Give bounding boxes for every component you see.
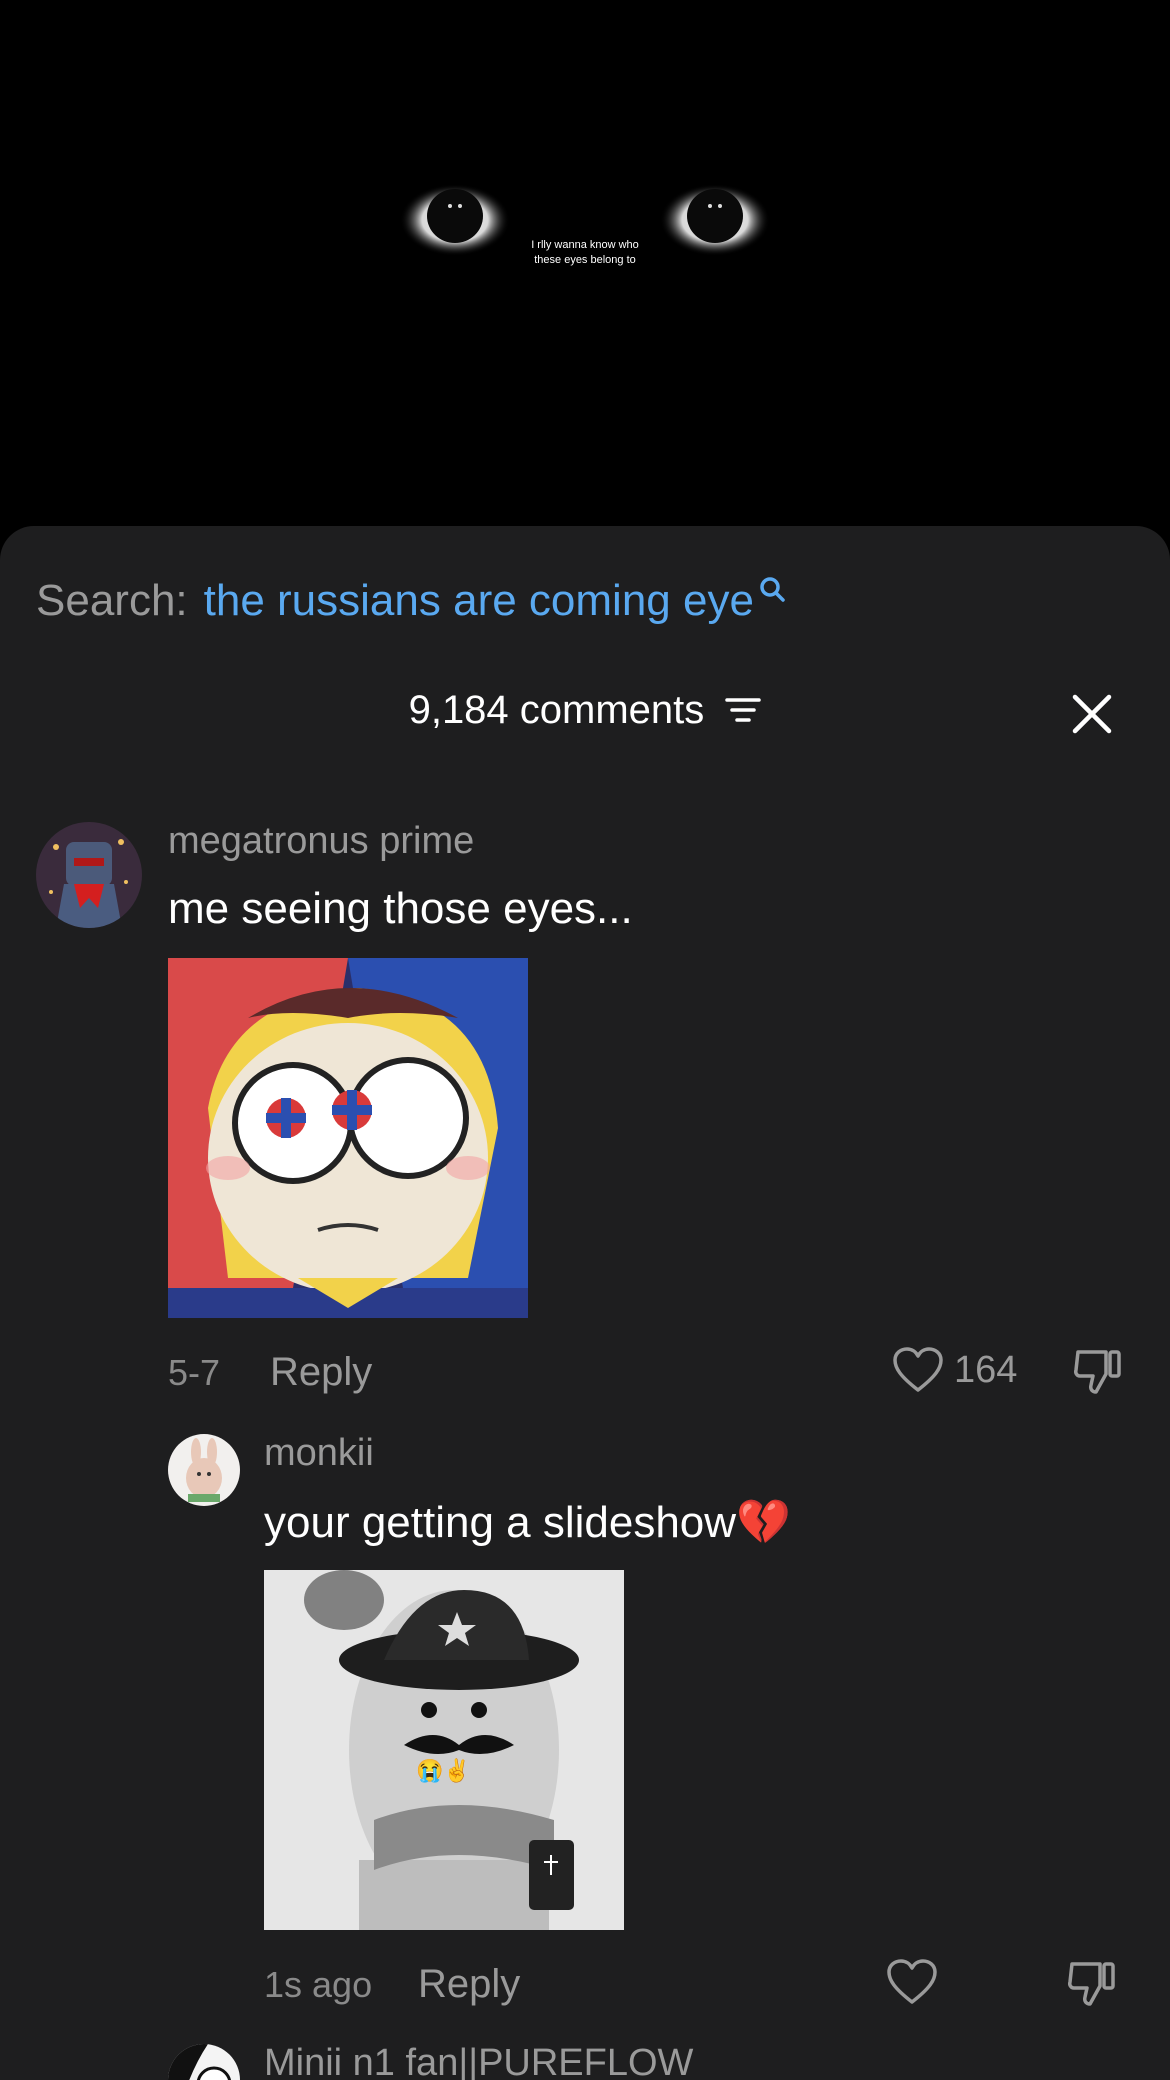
reply-text: your getting a slideshow💔 (264, 1496, 791, 1548)
next-reply-username[interactable]: Minii n1 fan||PUREFLOW (264, 2042, 693, 2080)
reply-gif-image[interactable]: 😭✌ (264, 1570, 624, 1930)
video-caption: I rlly wanna know who these eyes belong … (500, 238, 670, 268)
video-caption-line-2: these eyes belong to (534, 254, 636, 266)
reply-time: 1s ago (264, 1964, 373, 2005)
gif-emoji-overlay: 😭✌ (416, 1758, 471, 1783)
reply-dislike-icon[interactable] (1066, 1958, 1118, 2010)
sort-filter-icon[interactable] (725, 695, 762, 725)
comment-username[interactable]: megatronus prime (168, 820, 474, 863)
comment-time: 5-7 (168, 1352, 221, 1393)
comment-text: me seeing those eyes... (168, 884, 633, 933)
search-query-link[interactable]: the russians are coming eye (204, 576, 754, 626)
reply-text-content: your getting a slideshow (264, 1498, 737, 1547)
close-icon[interactable] (1070, 692, 1114, 736)
avatar[interactable] (36, 822, 142, 928)
reply-avatar[interactable] (168, 1434, 240, 1506)
reply-reply-button[interactable]: Reply (418, 1962, 520, 2007)
dislike-icon[interactable] (1072, 1346, 1124, 1398)
search-icon (760, 577, 785, 602)
reply-like-button[interactable] (886, 1958, 938, 2006)
heart-icon (887, 1959, 937, 2004)
comments-sheet: Search: the russians are coming eye 9,18… (0, 526, 1170, 2080)
search-label: Search: (36, 576, 188, 625)
next-reply-avatar[interactable] (168, 2044, 240, 2080)
like-button[interactable]: 164 (892, 1346, 1017, 1394)
comment-gif-image[interactable] (168, 958, 528, 1318)
video-player[interactable]: I rlly wanna know who these eyes belong … (0, 0, 1170, 560)
comment-count: 9,184 comments (408, 687, 705, 732)
like-count: 164 (954, 1348, 1018, 1391)
search-suggestion[interactable]: Search: the russians are coming eye (36, 576, 786, 626)
comments-header: 9,184 comments (0, 686, 1170, 746)
reply-button[interactable]: Reply (270, 1350, 372, 1395)
reply-username[interactable]: monkii (264, 1432, 374, 1475)
heart-icon (893, 1347, 943, 1392)
broken-heart-emoji: 💔 (736, 1498, 791, 1547)
video-caption-line-1: I rlly wanna know who (531, 239, 639, 251)
